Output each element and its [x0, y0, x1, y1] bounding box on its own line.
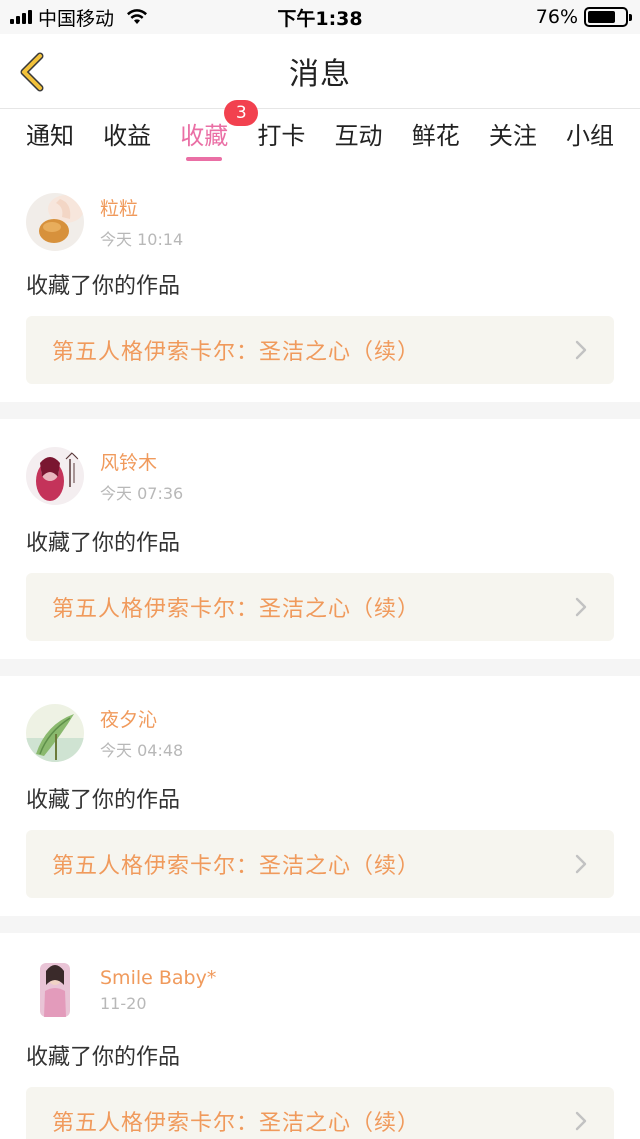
avatar[interactable]	[26, 961, 84, 1019]
username[interactable]: 夜夕沁	[100, 705, 183, 732]
action-text: 收藏了你的作品	[26, 1045, 181, 1070]
user-row: Smile Baby* 11-20	[26, 947, 614, 1033]
avatar[interactable]	[26, 704, 84, 762]
work-title: 第五人格伊索卡尔：圣洁之心（续）	[52, 340, 421, 365]
tab-label: 通知	[26, 122, 74, 150]
back-button[interactable]	[14, 50, 54, 94]
notification-card: 夜夕沁 今天 04:48 收藏了你的作品 第五人格伊索卡尔：圣洁之心（续）	[0, 676, 640, 916]
battery-percent: 76%	[535, 6, 578, 28]
status-bar: 中国移动 下午1:38 76%	[0, 0, 640, 34]
chevron-right-icon	[575, 597, 587, 617]
tab-label: 收藏	[180, 122, 229, 150]
tab-checkin[interactable]: 打卡	[257, 116, 305, 157]
work-title: 第五人格伊索卡尔：圣洁之心（续）	[52, 1111, 421, 1136]
tab-label: 互动	[334, 122, 383, 150]
user-row: 风铃木 今天 07:36	[26, 433, 614, 519]
user-meta: 粒粒 今天 10:14	[100, 194, 183, 250]
chevron-right-icon	[575, 854, 587, 874]
carrier-label: 中国移动	[38, 7, 115, 30]
tab-label: 关注	[488, 122, 537, 150]
list-top-spacer	[0, 164, 640, 182]
work-link[interactable]: 第五人格伊索卡尔：圣洁之心（续）	[26, 316, 614, 384]
tab-favorites[interactable]: 收藏 3	[180, 100, 259, 157]
work-title: 第五人格伊索卡尔：圣洁之心（续）	[52, 854, 421, 879]
tab-following[interactable]: 关注	[489, 116, 537, 157]
username[interactable]: Smile Baby*	[100, 967, 216, 989]
action-text: 收藏了你的作品	[26, 274, 181, 299]
work-link[interactable]: 第五人格伊索卡尔：圣洁之心（续）	[26, 830, 614, 898]
work-link[interactable]: 第五人格伊索卡尔：圣洁之心（续）	[26, 1087, 614, 1139]
timestamp: 今天 04:48	[100, 741, 184, 760]
user-row: 粒粒 今天 10:14	[26, 182, 614, 262]
unread-badge: 3	[224, 100, 259, 126]
battery-icon	[584, 7, 632, 27]
chevron-right-icon	[575, 340, 587, 360]
timestamp: 今天 07:36	[100, 484, 184, 503]
chevron-left-icon	[20, 52, 44, 92]
notification-card: 风铃木 今天 07:36 收藏了你的作品 第五人格伊索卡尔：圣洁之心（续）	[0, 419, 640, 659]
tab-label: 收益	[103, 122, 152, 150]
status-right: 76%	[535, 6, 632, 28]
user-row: 夜夕沁 今天 04:48	[26, 690, 614, 776]
username[interactable]: 粒粒	[100, 194, 183, 221]
tab-label: 小组	[565, 122, 614, 150]
tab-groups[interactable]: 小组	[566, 116, 614, 157]
username[interactable]: 风铃木	[100, 448, 183, 475]
action-text: 收藏了你的作品	[26, 788, 181, 813]
status-left: 中国移动	[10, 4, 148, 31]
timestamp: 今天 10:14	[100, 230, 184, 249]
avatar[interactable]	[26, 447, 84, 505]
user-meta: Smile Baby* 11-20	[100, 967, 216, 1013]
tab-interaction[interactable]: 互动	[335, 116, 383, 157]
tab-label: 鲜花	[411, 122, 460, 150]
nav-bar: 消息	[0, 34, 640, 108]
user-meta: 风铃木 今天 07:36	[100, 448, 183, 504]
notification-card: Smile Baby* 11-20 收藏了你的作品 第五人格伊索卡尔：圣洁之心（…	[0, 933, 640, 1139]
tab-bar: 通知 收益 收藏 3 打卡 互动 鲜花 关注 小组	[0, 100, 640, 164]
battery-fill	[588, 11, 616, 23]
user-meta: 夜夕沁 今天 04:48	[100, 705, 183, 761]
work-link[interactable]: 第五人格伊索卡尔：圣洁之心（续）	[26, 573, 614, 641]
tab-flowers[interactable]: 鲜花	[412, 116, 460, 157]
tab-earnings[interactable]: 收益	[103, 116, 151, 157]
timestamp: 11-20	[100, 994, 147, 1013]
tab-notifications[interactable]: 通知	[26, 116, 74, 157]
tab-label: 打卡	[257, 122, 306, 150]
avatar[interactable]	[26, 193, 84, 251]
page-title: 消息	[289, 57, 351, 92]
work-title: 第五人格伊索卡尔：圣洁之心（续）	[52, 597, 421, 622]
notification-card: 粒粒 今天 10:14 收藏了你的作品 第五人格伊索卡尔：圣洁之心（续）	[0, 182, 640, 402]
chevron-right-icon	[575, 1111, 587, 1131]
signal-icon	[10, 10, 32, 24]
action-text: 收藏了你的作品	[26, 531, 181, 556]
wifi-icon	[127, 9, 148, 24]
